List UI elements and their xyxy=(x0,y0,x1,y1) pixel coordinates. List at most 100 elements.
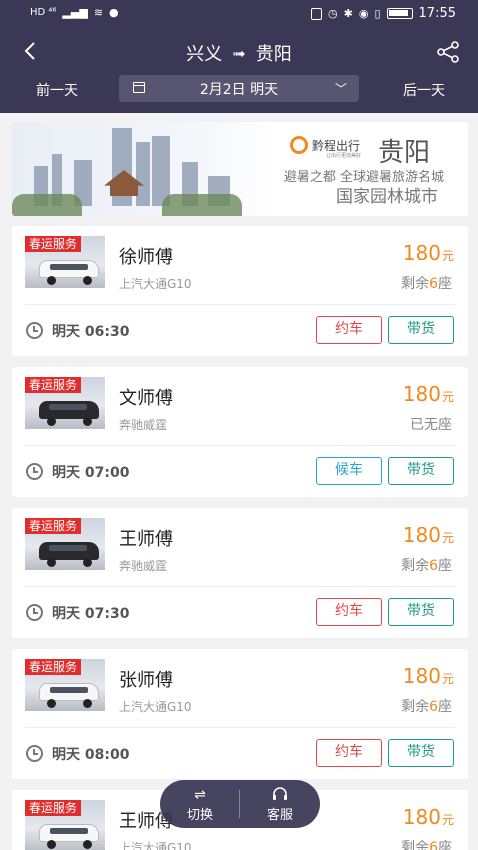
next-day-button[interactable]: 后一天 xyxy=(403,80,445,100)
switch-button[interactable]: ⇌ 切换 xyxy=(160,786,240,823)
divider xyxy=(25,304,455,305)
driver-name: 徐师傅 xyxy=(119,247,173,268)
banner-slogan-2: 国家园林城市 xyxy=(336,187,438,207)
ride-card[interactable]: 春运服务 张师傅 上汽大通G10 180元 剩余6座 明天 08:00 约车 带… xyxy=(12,649,468,779)
departure-time: 明天 07:00 xyxy=(52,465,130,481)
brand-name: 黔程出行 xyxy=(312,138,361,153)
divider xyxy=(25,586,455,587)
share-icon[interactable] xyxy=(436,41,460,63)
seat-prefix: 剩余 xyxy=(401,276,430,292)
seat-suffix: 座 xyxy=(438,276,452,292)
promo-banner[interactable]: 黔程出行 让出行更加美好 贵阳 避暑之都 全球避暑旅游名城 国家园林城市 xyxy=(12,122,468,216)
location-icon: ◉ xyxy=(358,7,369,20)
seat-prefix: 剩余 xyxy=(401,840,430,850)
calendar-icon xyxy=(133,82,145,93)
clock-icon xyxy=(26,463,43,480)
seat-count: 6 xyxy=(429,276,438,292)
price-value: 180 xyxy=(402,664,441,688)
network-indicator: HD ⁴⁶ xyxy=(30,7,57,18)
price-unit: 元 xyxy=(441,249,454,263)
headset-icon xyxy=(240,786,320,804)
vehicle-model: 奔驰威霆 xyxy=(119,418,168,432)
route-title: 兴义 ➟ 贵阳 xyxy=(0,40,478,66)
seat-status: 剩余6座 xyxy=(401,837,452,850)
brand-logo-icon xyxy=(290,136,308,154)
service-tag: 春运服务 xyxy=(25,236,82,252)
price: 180元 xyxy=(403,523,454,547)
clock-icon xyxy=(26,745,43,762)
bluetooth-icon: ✱ xyxy=(343,7,353,20)
vehicle-model: 上汽大通G10 xyxy=(119,277,192,291)
price: 180元 xyxy=(403,241,454,265)
seat-prefix: 剩余 xyxy=(401,699,430,715)
status-bar: HD ⁴⁶ ▂▄▆ ≋ ● ◷ ✱ ◉ ▯ 17:55 xyxy=(0,0,478,28)
route-arrow-icon: ➟ xyxy=(232,43,246,63)
price-unit: 元 xyxy=(441,390,454,404)
wait-button[interactable]: 候车 xyxy=(316,457,382,485)
carry-goods-button[interactable]: 带货 xyxy=(388,316,454,344)
book-button[interactable]: 约车 xyxy=(316,739,382,767)
wifi-icon: ≋ xyxy=(93,6,104,19)
service-tag: 春运服务 xyxy=(25,377,82,393)
to-city: 贵阳 xyxy=(255,44,292,65)
seat-count: 6 xyxy=(429,558,438,574)
vehicle-model: 奔驰威霆 xyxy=(119,559,168,573)
seat-count: 6 xyxy=(429,840,438,850)
vehicle-model: 上汽大通G10 xyxy=(119,700,192,714)
carry-goods-button[interactable]: 带货 xyxy=(388,598,454,626)
price: 180元 xyxy=(403,664,454,688)
driver-name: 张师傅 xyxy=(119,670,173,691)
van-shape xyxy=(39,683,99,701)
service-tag: 春运服务 xyxy=(25,800,82,816)
seat-count: 6 xyxy=(429,699,438,715)
price-unit: 元 xyxy=(441,672,454,686)
chat-icon: ● xyxy=(109,6,119,19)
ride-card[interactable]: 春运服务 王师傅 奔驰威霆 180元 剩余6座 明天 07:30 约车 带货 xyxy=(12,508,468,638)
prev-day-button[interactable]: 前一天 xyxy=(36,80,78,100)
clock-icon xyxy=(26,604,43,621)
brand-logo: 黔程出行 让出行更加美好 xyxy=(290,136,361,159)
van-shape xyxy=(39,401,99,419)
header: HD ⁴⁶ ▂▄▆ ≋ ● ◷ ✱ ◉ ▯ 17:55 兴义 ➟ 贵阳 前一天 xyxy=(0,0,478,113)
brand-subtitle: 让出行更加美好 xyxy=(326,153,362,159)
departure-time: 明天 06:30 xyxy=(52,324,130,340)
divider xyxy=(25,727,455,728)
seat-status: 剩余6座 xyxy=(401,555,452,575)
divider xyxy=(25,445,455,446)
carry-goods-button[interactable]: 带货 xyxy=(388,457,454,485)
seat-suffix: 座 xyxy=(438,840,452,850)
price: 180元 xyxy=(403,805,454,829)
banner-city: 贵阳 xyxy=(378,138,431,168)
status-left: HD ⁴⁶ ▂▄▆ ≋ ● xyxy=(30,6,119,19)
seat-status: 已无座 xyxy=(410,414,452,434)
ride-card[interactable]: 春运服务 徐师傅 上汽大通G10 180元 剩余6座 明天 06:30 约车 带… xyxy=(12,226,468,356)
price-unit: 元 xyxy=(441,531,454,545)
price-unit: 元 xyxy=(441,813,454,827)
swap-icon: ⇌ xyxy=(194,787,206,803)
carry-goods-button[interactable]: 带货 xyxy=(388,739,454,767)
switch-label: 切换 xyxy=(186,808,213,823)
book-button[interactable]: 约车 xyxy=(316,316,382,344)
nfc-icon xyxy=(311,7,323,20)
driver-name: 文师傅 xyxy=(119,388,173,409)
van-shape xyxy=(39,542,99,560)
status-right: ◷ ✱ ◉ ▯ 17:55 xyxy=(311,6,456,21)
date-selector[interactable]: 2月2日 明天 ﹀ xyxy=(119,75,359,102)
customer-service-button[interactable]: 客服 xyxy=(240,786,320,823)
seat-status: 剩余6座 xyxy=(401,696,452,716)
clock-time: 17:55 xyxy=(418,6,456,21)
seat-prefix: 剩余 xyxy=(401,558,430,574)
driver-name: 王师傅 xyxy=(119,529,173,550)
battery-icon xyxy=(386,8,413,19)
van-shape xyxy=(39,824,99,842)
from-city: 兴义 xyxy=(186,44,223,65)
price-value: 180 xyxy=(402,523,441,547)
seat-suffix: 座 xyxy=(438,558,452,574)
price-value: 180 xyxy=(402,805,441,829)
vehicle-model: 上汽大通G10 xyxy=(119,841,192,850)
ride-card[interactable]: 春运服务 文师傅 奔驰威霆 180元 已无座 明天 07:00 候车 带货 xyxy=(12,367,468,497)
book-button[interactable]: 约车 xyxy=(316,598,382,626)
seat-suffix: 座 xyxy=(438,699,452,715)
price: 180元 xyxy=(403,382,454,406)
floating-action-bar: ⇌ 切换 客服 xyxy=(160,780,320,828)
